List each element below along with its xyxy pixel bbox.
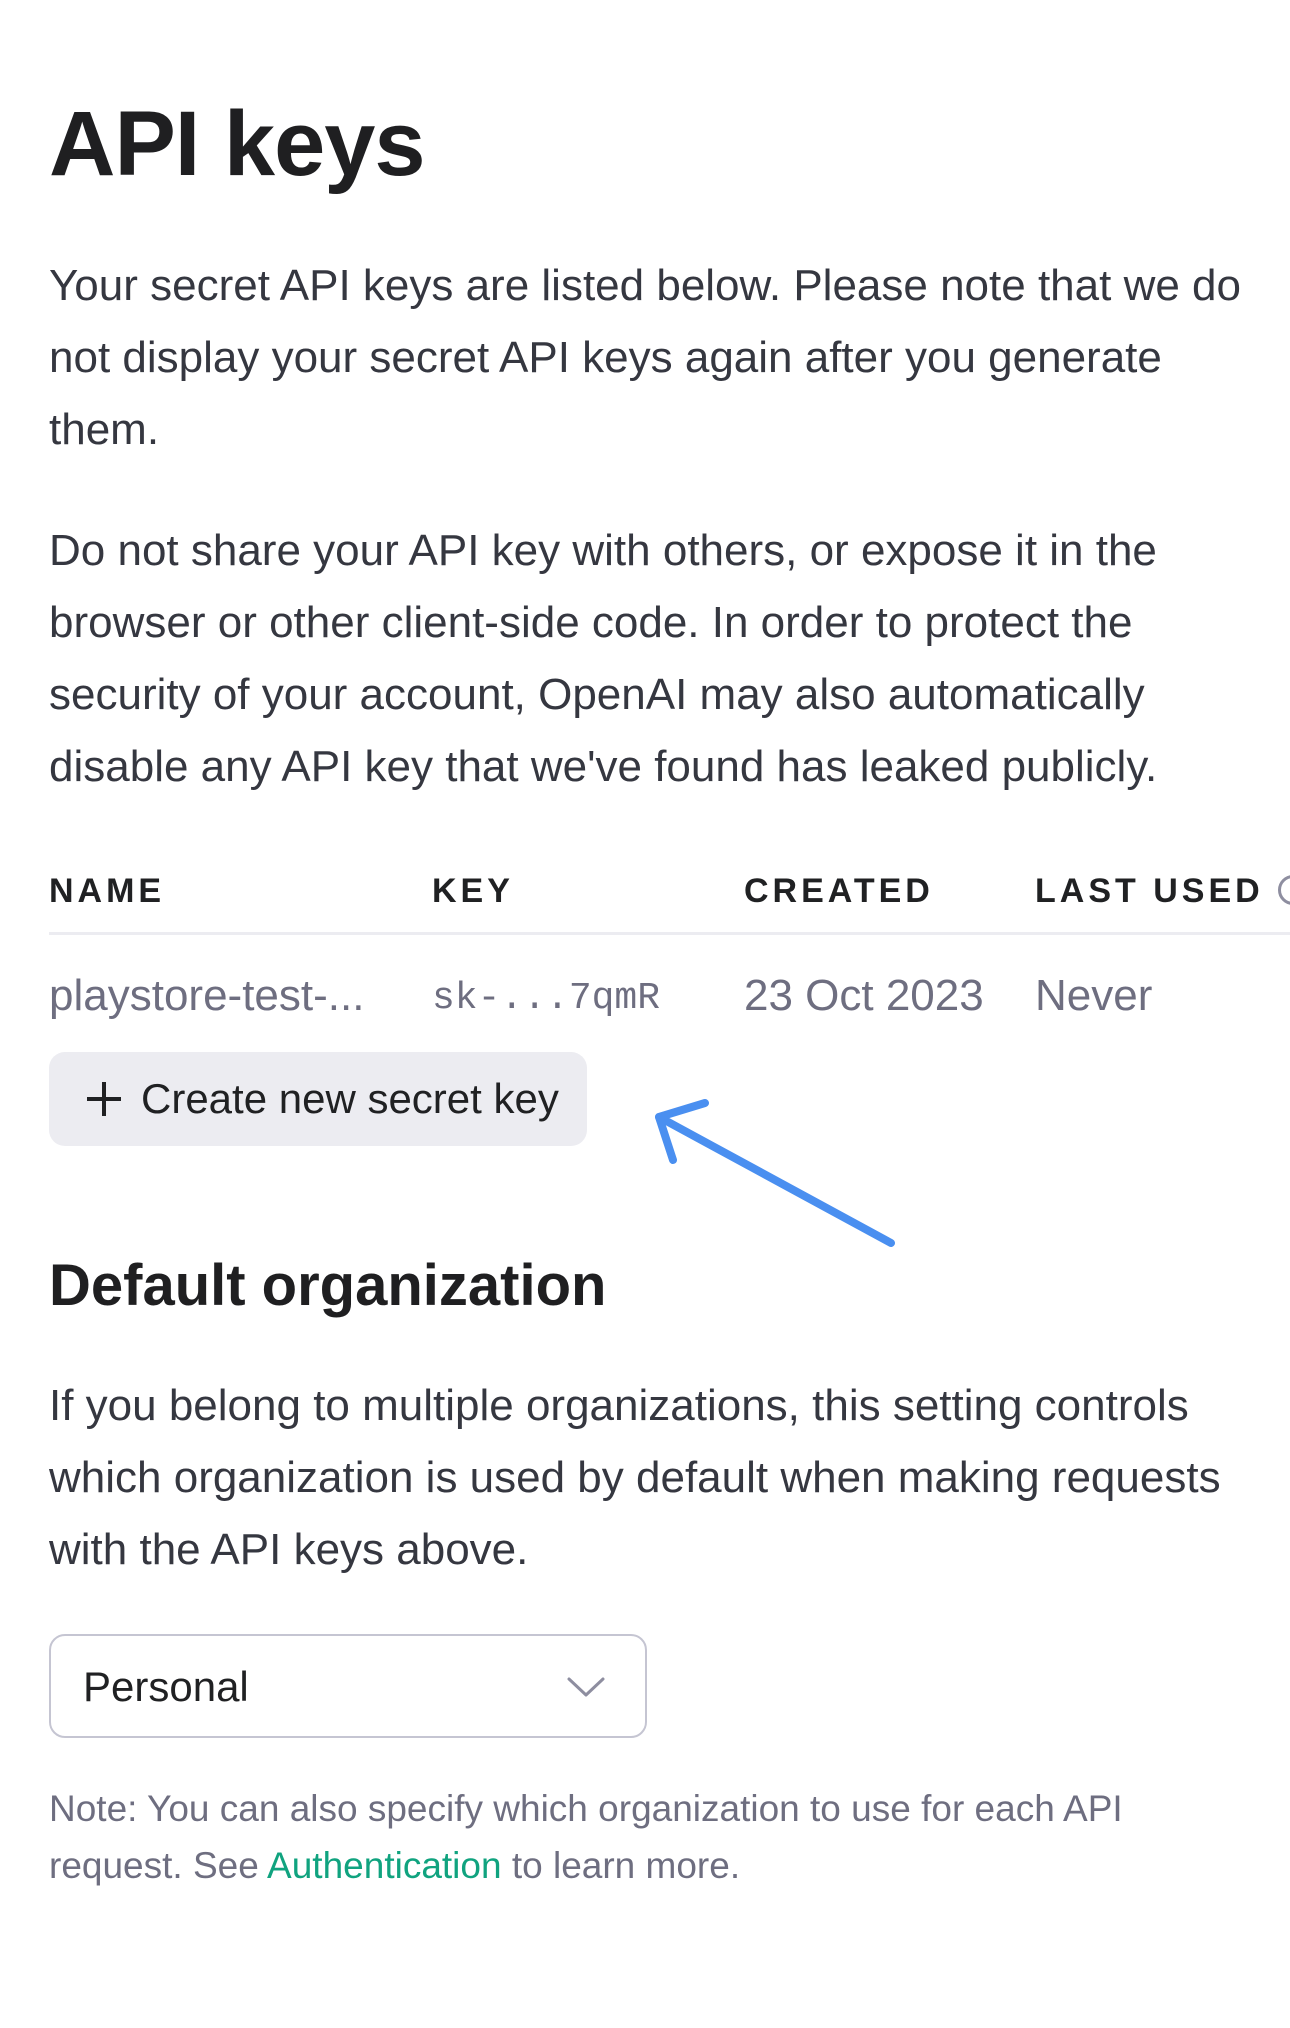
annotation-arrow [655,1099,895,1247]
key-value-cell: sk-...7qmR [432,977,661,1020]
created-date-cell: 23 Oct 2023 [744,971,984,1020]
column-header-name: NAME [49,872,166,910]
note-suffix: to learn more. [501,1845,741,1886]
organization-select[interactable]: Personal [49,1634,647,1738]
default-organization-heading: Default organization [49,1253,607,1318]
column-header-last-used: LAST USED [1035,872,1290,911]
organization-note: Note: You can also specify which organiz… [49,1780,1259,1894]
api-keys-table: NAME KEY CREATED LAST USED playstore-tes… [49,860,1290,1055]
column-header-created: CREATED [744,872,934,910]
info-icon[interactable] [1277,875,1290,906]
authentication-link[interactable]: Authentication [267,1845,502,1886]
column-header-key: KEY [432,872,514,910]
intro-paragraph: Your secret API keys are listed below. P… [49,261,1241,454]
key-name-cell: playstore-test-... [49,971,365,1020]
column-header-last-used-label: LAST USED [1035,872,1264,910]
arrow-shaft [655,1113,895,1247]
table-header: NAME KEY CREATED LAST USED [49,860,1290,935]
chevron-down-icon [567,1677,605,1697]
table-row[interactable]: playstore-test-... sk-...7qmR 23 Oct 202… [49,935,1290,1055]
create-new-secret-key-button[interactable]: Create new secret key [49,1052,587,1146]
create-button-label: Create new secret key [141,1075,559,1122]
plus-icon [87,1082,121,1116]
page-title: API keys [49,93,426,195]
warning-paragraph: Do not share your API key with others, o… [49,526,1158,791]
organization-select-value: Personal [83,1663,249,1710]
default-organization-description: If you belong to multiple organizations,… [49,1381,1221,1574]
last-used-cell: Never [1035,971,1153,1020]
